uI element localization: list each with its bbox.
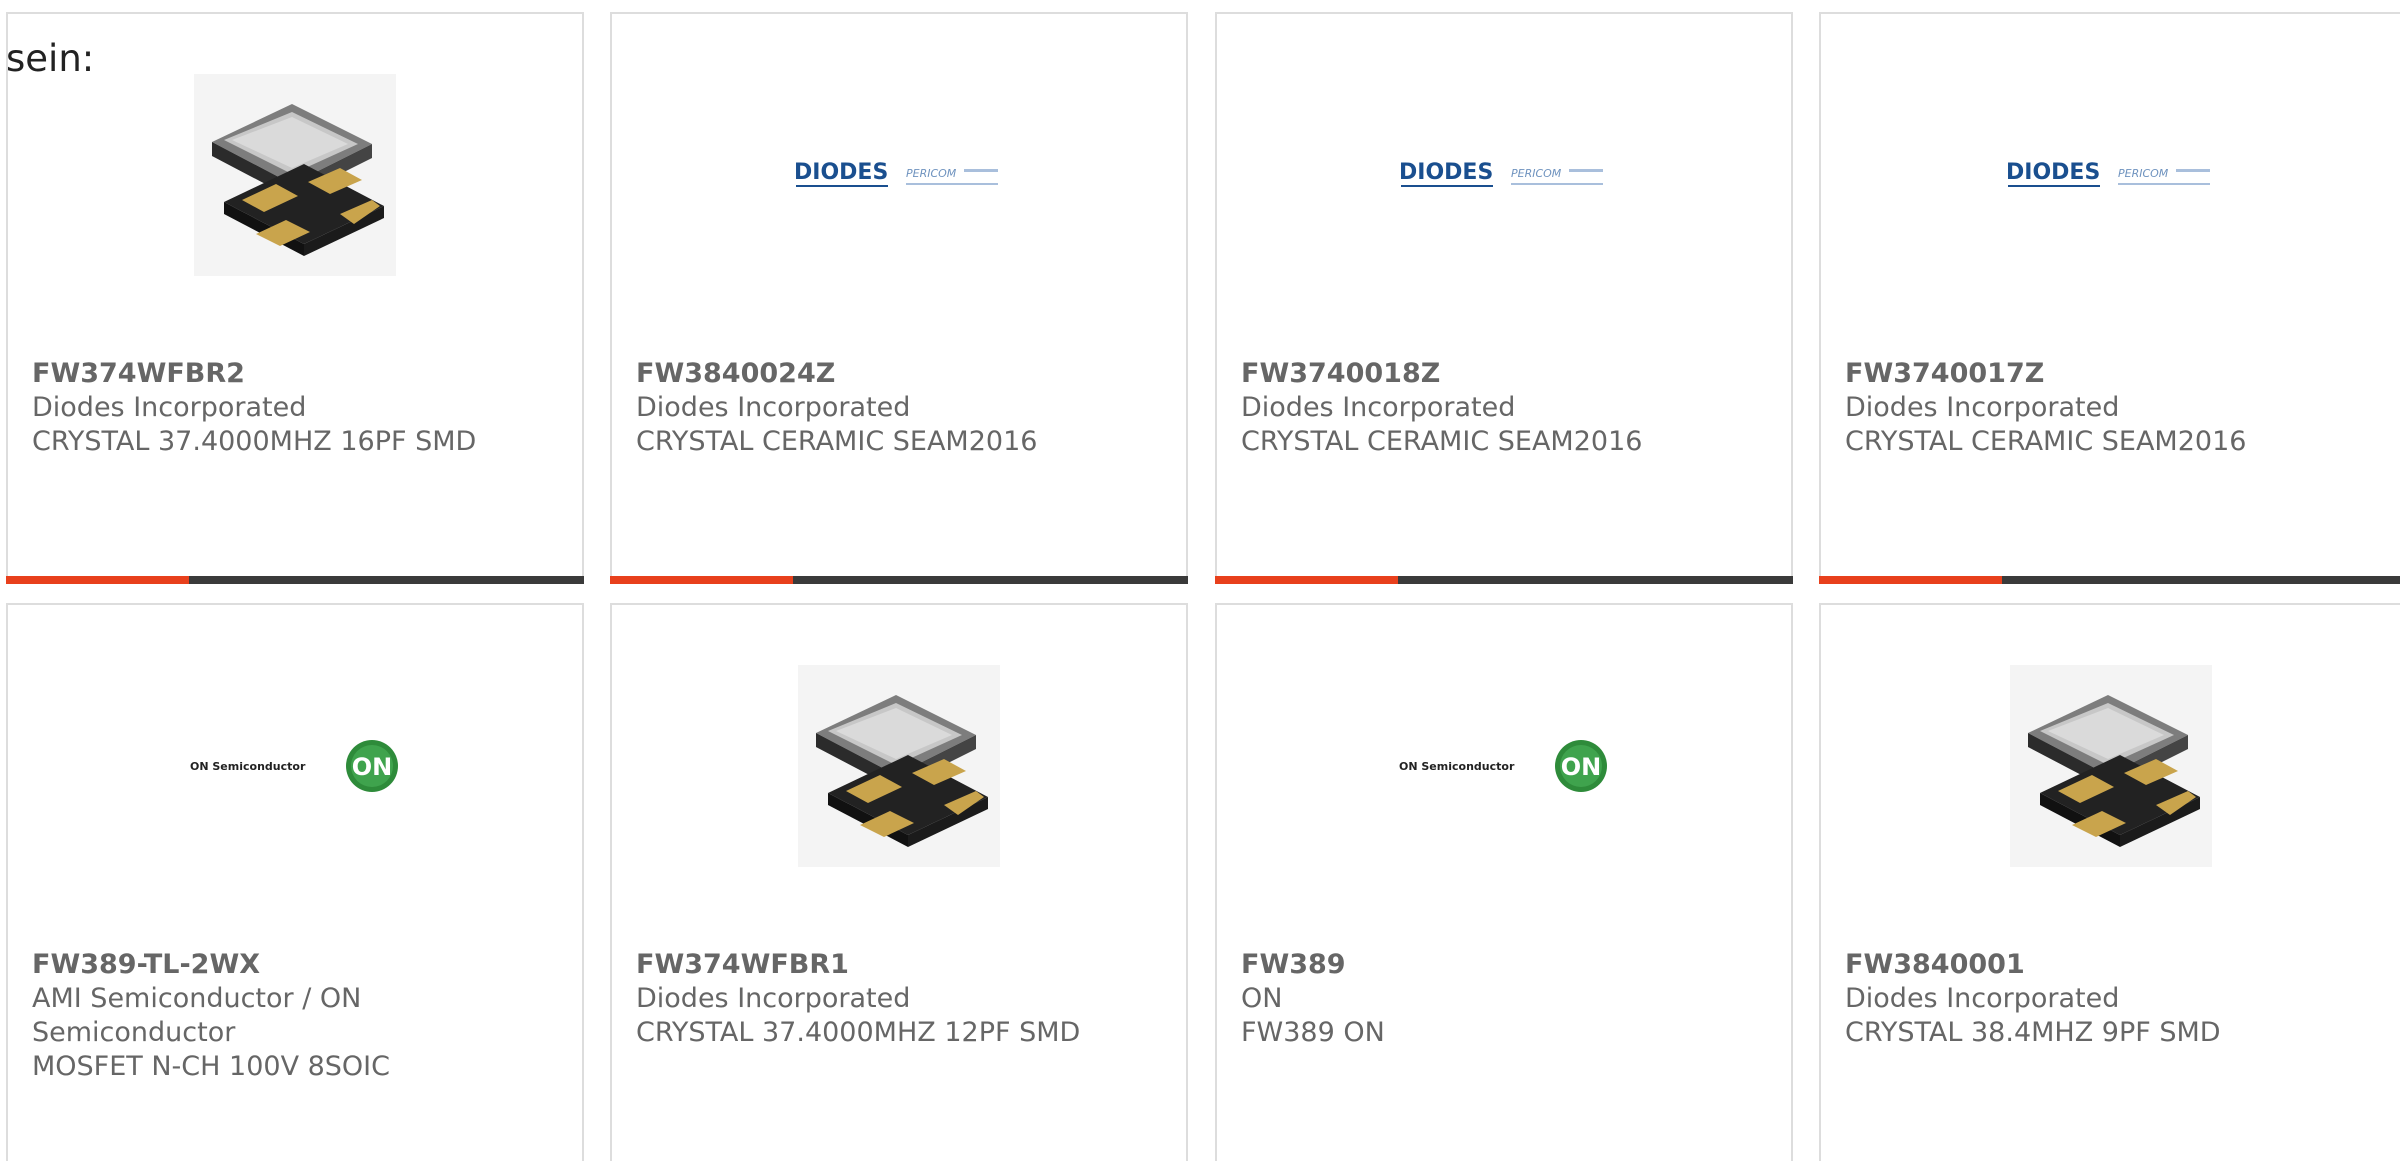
description: CRYSTAL CERAMIC SEAM2016 xyxy=(1845,426,2247,457)
logo-wordmark: ON Semiconductor xyxy=(190,760,306,773)
crystal-smd-icon xyxy=(2009,665,2212,867)
product-image[interactable]: DIODES PERICOM xyxy=(612,74,1186,276)
product-image[interactable] xyxy=(8,74,582,276)
manufacturer: Diodes Incorporated xyxy=(1241,392,1516,423)
description: CRYSTAL 37.4000MHZ 16PF SMD xyxy=(32,426,477,457)
description: CRYSTAL CERAMIC SEAM2016 xyxy=(1241,426,1643,457)
product-info: FW389 ON FW389 ON xyxy=(1241,948,1767,1050)
manufacturer: Diodes Incorporated xyxy=(1845,983,2120,1014)
part-number[interactable]: FW374WFBR1 xyxy=(636,948,1162,982)
product-info: FW3740017Z Diodes Incorporated CRYSTAL C… xyxy=(1845,357,2376,459)
product-grid-page: sein: FW374WFBR2 Diodes Incorporated CRY… xyxy=(0,0,2400,1161)
product-card[interactable]: ON Semiconductor ON FW389 ON FW389 ON xyxy=(1215,603,1793,1161)
card-accent-fill xyxy=(610,576,793,584)
product-card[interactable]: DIODES PERICOM FW3740018Z Diodes Incorpo… xyxy=(1215,12,1793,584)
part-number[interactable]: FW389-TL-2WX xyxy=(32,948,558,982)
manufacturer: Diodes Incorporated xyxy=(636,983,911,1014)
product-info: FW389-TL-2WX AMI Semiconductor / ON Semi… xyxy=(32,948,558,1084)
product-info: FW3740018Z Diodes Incorporated CRYSTAL C… xyxy=(1241,357,1767,459)
card-accent-bar xyxy=(610,576,1188,584)
product-info: FW374WFBR1 Diodes Incorporated CRYSTAL 3… xyxy=(636,948,1162,1050)
manufacturer: ON xyxy=(1241,983,1283,1014)
card-accent-fill xyxy=(1819,576,2002,584)
part-number[interactable]: FW374WFBR2 xyxy=(32,357,558,391)
card-accent-bar xyxy=(1819,576,2400,584)
description: MOSFET N-CH 100V 8SOIC xyxy=(32,1051,391,1082)
card-accent-bar xyxy=(1215,576,1793,584)
part-number[interactable]: FW3840024Z xyxy=(636,357,1162,391)
diodes-pericom-logo: DIODES PERICOM xyxy=(2006,160,2210,187)
crystal-smd-icon xyxy=(798,665,1000,867)
description: CRYSTAL 38.4MHZ 9PF SMD xyxy=(1845,1017,2221,1048)
manufacturer: Diodes Incorporated xyxy=(636,392,911,423)
logo-subword: PERICOM xyxy=(906,167,957,180)
product-card[interactable]: FW374WFBR2 Diodes Incorporated CRYSTAL 3… xyxy=(6,12,584,584)
manufacturer: AMI Semiconductor / ON Semiconductor xyxy=(32,983,362,1048)
product-info: FW374WFBR2 Diodes Incorporated CRYSTAL 3… xyxy=(32,357,558,459)
logo-subword: PERICOM xyxy=(2118,167,2169,180)
product-info: FW3840001 Diodes Incorporated CRYSTAL 38… xyxy=(1845,948,2376,1050)
logo-wordmark: ON Semiconductor xyxy=(1399,760,1515,773)
description: CRYSTAL CERAMIC SEAM2016 xyxy=(636,426,1038,457)
description: FW389 ON xyxy=(1241,1017,1385,1048)
logo-wordmark: DIODES xyxy=(2006,160,2100,185)
logo-wordmark: DIODES xyxy=(794,160,888,185)
intro-text: sein: xyxy=(6,37,95,80)
part-number[interactable]: FW389 xyxy=(1241,948,1767,982)
card-accent-fill xyxy=(6,576,189,584)
product-image[interactable]: DIODES PERICOM xyxy=(1217,74,1791,276)
product-card[interactable]: DIODES PERICOM FW3840024Z Diodes Incorpo… xyxy=(610,12,1188,584)
logo-badge: ON xyxy=(1561,753,1602,781)
product-image[interactable]: ON Semiconductor ON xyxy=(1217,665,1791,867)
part-number[interactable]: FW3840001 xyxy=(1845,948,2376,982)
on-semiconductor-logo: ON Semiconductor ON xyxy=(1399,740,1607,792)
on-semiconductor-logo: ON Semiconductor ON xyxy=(190,740,398,792)
logo-subword: PERICOM xyxy=(1511,167,1562,180)
crystal-smd-icon xyxy=(194,74,396,276)
product-card[interactable]: FW374WFBR1 Diodes Incorporated CRYSTAL 3… xyxy=(610,603,1188,1161)
manufacturer: Diodes Incorporated xyxy=(32,392,307,423)
part-number[interactable]: FW3740017Z xyxy=(1845,357,2376,391)
product-card[interactable]: DIODES PERICOM FW3740017Z Diodes Incorpo… xyxy=(1819,12,2400,584)
description: CRYSTAL 37.4000MHZ 12PF SMD xyxy=(636,1017,1081,1048)
diodes-pericom-logo: DIODES PERICOM xyxy=(1399,160,1603,187)
diodes-pericom-logo: DIODES PERICOM xyxy=(794,160,998,187)
part-number[interactable]: FW3740018Z xyxy=(1241,357,1767,391)
product-card[interactable]: FW3840001 Diodes Incorporated CRYSTAL 38… xyxy=(1819,603,2400,1161)
logo-badge: ON xyxy=(352,753,393,781)
card-accent-bar xyxy=(6,576,584,584)
product-card[interactable]: ON Semiconductor ON FW389-TL-2WX AMI Sem… xyxy=(6,603,584,1161)
manufacturer: Diodes Incorporated xyxy=(1845,392,2120,423)
product-image[interactable]: ON Semiconductor ON xyxy=(8,665,582,867)
card-accent-fill xyxy=(1215,576,1398,584)
product-image[interactable] xyxy=(1821,665,2400,867)
product-info: FW3840024Z Diodes Incorporated CRYSTAL C… xyxy=(636,357,1162,459)
logo-wordmark: DIODES xyxy=(1399,160,1493,185)
product-image[interactable]: DIODES PERICOM xyxy=(1821,74,2400,276)
product-image[interactable] xyxy=(612,665,1186,867)
